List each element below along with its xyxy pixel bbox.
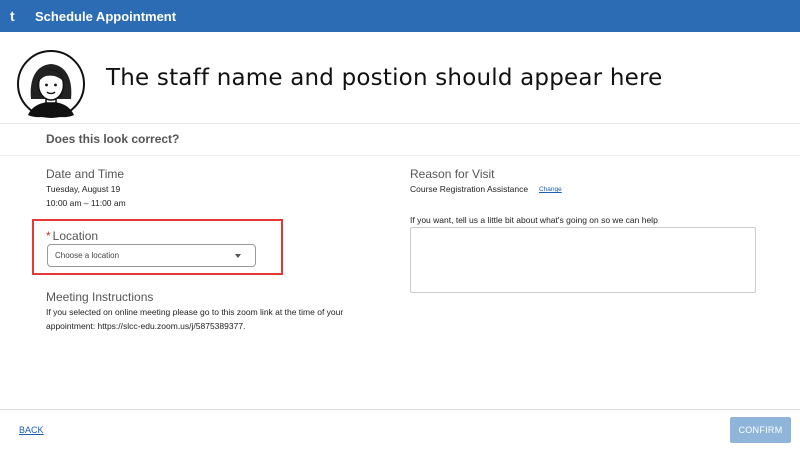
staff-header: The staff name and postion should appear… — [0, 32, 800, 124]
staff-name-position: The staff name and postion should appear… — [106, 65, 663, 91]
confirm-heading: Does this look correct? — [46, 132, 180, 146]
divider — [0, 155, 800, 156]
reason-value: Course Registration Assistance — [410, 184, 529, 194]
change-reason-link[interactable]: Change — [539, 186, 562, 193]
location-select-placeholder: Choose a location — [55, 251, 120, 260]
page-title: Schedule Appointment — [35, 8, 177, 24]
chevron-down-icon — [235, 254, 241, 258]
location-select[interactable]: Choose a location — [47, 244, 256, 267]
appointment-time: 10:00 am – 11:00 am — [46, 198, 126, 208]
location-highlight-box: * Location Choose a location — [32, 219, 283, 275]
footer-divider — [0, 409, 800, 410]
confirm-button[interactable]: CONFIRM — [730, 417, 791, 443]
help-text-label: If you want, tell us a little bit about … — [410, 215, 658, 225]
meeting-instructions-label: Meeting Instructions — [46, 290, 154, 304]
appointment-date: Tuesday, August 19 — [46, 184, 121, 194]
app-header: t Schedule Appointment — [0, 0, 800, 32]
meeting-instructions-line1: If you selected on online meeting please… — [46, 307, 344, 317]
meeting-instructions-line2: appointment: https://slcc-edu.zoom.us/j/… — [46, 321, 246, 331]
location-label: * Location — [46, 229, 98, 243]
visit-details-textarea[interactable] — [410, 227, 756, 293]
location-label-text: Location — [52, 229, 99, 243]
date-time-label: Date and Time — [46, 167, 125, 181]
user-avatar-icon — [17, 50, 85, 118]
back-link[interactable]: BACK — [19, 425, 44, 435]
required-marker: * — [46, 229, 51, 243]
reason-label: Reason for Visit — [410, 167, 495, 181]
app-logo[interactable]: t — [10, 8, 24, 24]
